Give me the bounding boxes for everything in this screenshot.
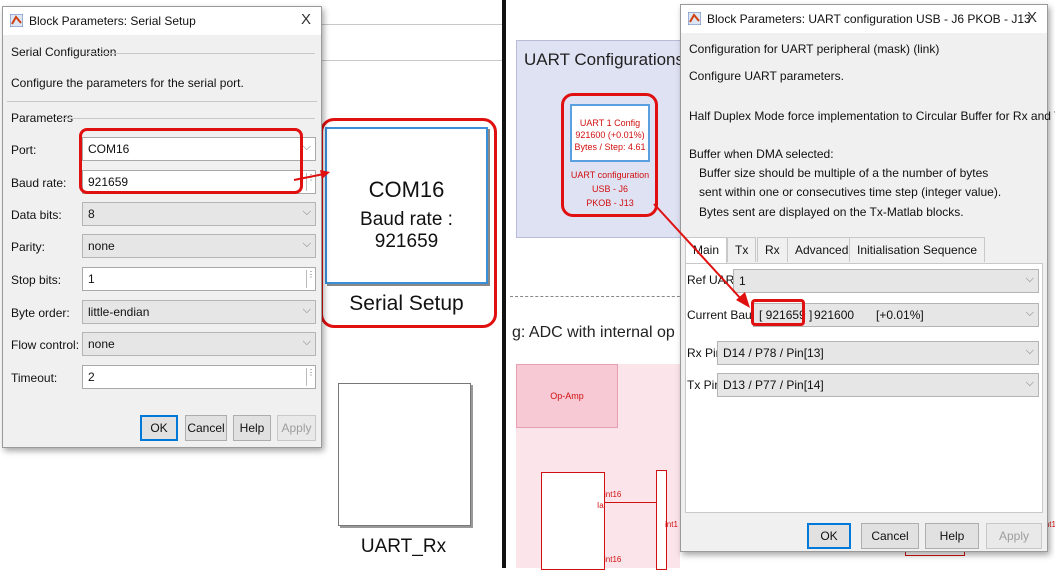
chevron-down-icon: ⌵: [302, 336, 311, 348]
rx-pin-combo[interactable]: D14 / P78 / Pin[13] ⌵: [717, 341, 1039, 365]
parity-combo[interactable]: none ⌵: [82, 234, 316, 258]
spinner-icon[interactable]: ⋮: [306, 368, 315, 386]
tx-pin-label: Tx Pin: [687, 378, 722, 392]
tab-advanced[interactable]: Advanced: [787, 237, 857, 262]
chevron-down-icon: ⌵: [1025, 307, 1034, 319]
simulink-app-icon: [688, 12, 701, 25]
timeout-field[interactable]: 2 ⋮: [82, 365, 316, 389]
ok-button[interactable]: OK: [807, 523, 851, 549]
stop-bits-field[interactable]: 1 ⋮: [82, 267, 316, 291]
mask-title: Configuration for UART peripheral (mask)…: [689, 42, 940, 56]
ia-label: Ia: [597, 501, 604, 510]
dialog-titlebar: Block Parameters: UART configuration USB…: [681, 5, 1047, 33]
cancel-button[interactable]: Cancel: [861, 523, 919, 549]
cancel-button[interactable]: Cancel: [185, 415, 227, 441]
close-icon[interactable]: X: [301, 11, 311, 28]
apply-button[interactable]: Apply: [986, 523, 1042, 549]
signal-label-int1: int1: [665, 520, 678, 529]
rx-pin-value: D14 / P78 / Pin[13]: [723, 346, 824, 360]
stop-bits-value: 1: [88, 272, 95, 286]
port-label: Port:: [11, 143, 37, 157]
description-3: Buffer when DMA selected:: [689, 147, 834, 161]
parity-value: none: [88, 239, 115, 253]
highlight-serial-block: [320, 118, 497, 328]
canvas-line: [320, 60, 502, 61]
description-5: sent within one or consecutives time ste…: [699, 185, 1002, 199]
description: Configure the parameters for the serial …: [11, 76, 244, 90]
spinner-icon[interactable]: ⋮: [306, 270, 315, 288]
chevron-down-icon: ⌵: [1025, 273, 1034, 285]
tab-initialisation-sequence[interactable]: Initialisation Sequence: [849, 237, 986, 262]
flow-control-combo[interactable]: none ⌵: [82, 332, 316, 356]
help-button[interactable]: Help: [233, 415, 271, 441]
data-bits-value: 8: [88, 207, 95, 221]
group-title: Serial Configuration: [11, 45, 117, 59]
close-icon[interactable]: X: [1027, 9, 1037, 26]
chevron-down-icon: ⌵: [302, 206, 311, 218]
target-baud-value: 921600: [814, 308, 855, 322]
chevron-down-icon: ⌵: [1025, 345, 1034, 357]
chevron-down-icon: ⌵: [302, 304, 311, 316]
simulink-app-icon: [10, 14, 23, 27]
description-2: Half Duplex Mode force implementation to…: [689, 109, 1055, 123]
params-separator: [61, 118, 315, 119]
stop-bits-label: Stop bits:: [11, 273, 62, 287]
tx-pin-combo[interactable]: D13 / P77 / Pin[14] ⌵: [717, 373, 1039, 397]
description-1: Configure UART parameters.: [689, 69, 844, 83]
highlight-uart-block: [561, 93, 658, 217]
opamp-block[interactable]: Op-Amp: [516, 364, 618, 428]
highlight-arrow-left: [293, 170, 330, 181]
data-bits-label: Data bits:: [11, 208, 62, 222]
serial-setup-dialog: Block Parameters: Serial Setup X Serial …: [2, 6, 322, 448]
byte-order-combo[interactable]: little-endian ⌵: [82, 300, 316, 324]
description-4: Buffer size should be multiple of a the …: [699, 166, 989, 180]
group-separator: [87, 53, 315, 54]
signal-line: [604, 502, 656, 503]
parity-label: Parity:: [11, 240, 46, 254]
baud-error-value: [+0.01%]: [876, 308, 924, 322]
adc-title: g: ADC with internal op am: [512, 324, 702, 341]
uart-rx-caption: UART_Rx: [360, 536, 447, 557]
uart-rx-block[interactable]: [338, 383, 471, 526]
dialog-title: Block Parameters: UART configuration USB…: [707, 12, 1031, 26]
section-separator: [7, 101, 317, 102]
byte-order-value: little-endian: [88, 305, 150, 319]
baud-rate-label: Baud rate:: [11, 176, 67, 190]
timeout-value: 2: [88, 370, 95, 384]
data-bits-combo[interactable]: 8 ⌵: [82, 202, 316, 226]
timeout-label: Timeout:: [11, 371, 58, 385]
tab-rx[interactable]: Rx: [757, 237, 788, 262]
signal-label-int16: int16: [604, 490, 622, 499]
byte-order-label: Byte order:: [11, 306, 70, 320]
chevron-down-icon: ⌵: [302, 141, 311, 153]
canvas-line: [320, 24, 502, 25]
apply-button[interactable]: Apply: [277, 415, 316, 441]
uart-configurations-title: UART Configurations: [524, 50, 685, 69]
highlight-port-baud: [79, 128, 303, 194]
flow-control-value: none: [88, 337, 115, 351]
opamp-label: Op-Amp: [550, 391, 584, 401]
ref-uart-combo[interactable]: 1 ⌵: [733, 269, 1039, 293]
ok-button[interactable]: OK: [140, 415, 178, 441]
chevron-down-icon: ⌵: [1025, 377, 1034, 389]
signal-label-int16-2: int16: [604, 555, 622, 564]
help-button[interactable]: Help: [925, 523, 979, 549]
adc-block[interactable]: Ia: [541, 472, 605, 570]
dialog-titlebar: Block Parameters: Serial Setup X: [3, 7, 321, 35]
dialog-title: Block Parameters: Serial Setup: [29, 14, 196, 28]
chevron-down-icon: ⌵: [302, 238, 311, 250]
flow-control-label: Flow control:: [11, 338, 80, 352]
tx-pin-value: D13 / P77 / Pin[14]: [723, 378, 824, 392]
highlight-arrow-right: [653, 203, 750, 308]
